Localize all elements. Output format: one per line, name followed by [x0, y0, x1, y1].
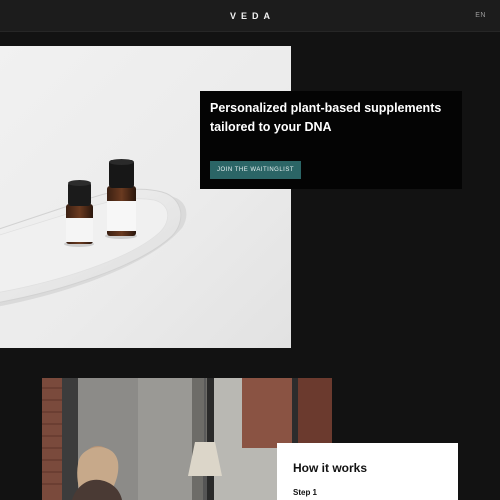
join-waitinglist-button[interactable]: JOIN THE WAITINGLIST [210, 161, 301, 179]
hero-card: Personalized plant-based supplements tai… [200, 91, 462, 189]
how-it-works-card: How it works Step 1 [277, 443, 458, 500]
brand-logo[interactable]: VEDA [0, 11, 500, 21]
step-label: Step 1 [293, 488, 318, 497]
language-switcher[interactable]: EN [475, 12, 486, 19]
hero-headline: Personalized plant-based supplements tai… [210, 101, 442, 134]
how-it-works-heading: How it works [293, 461, 368, 475]
top-navigation-bar: VEDA EN [0, 0, 500, 32]
